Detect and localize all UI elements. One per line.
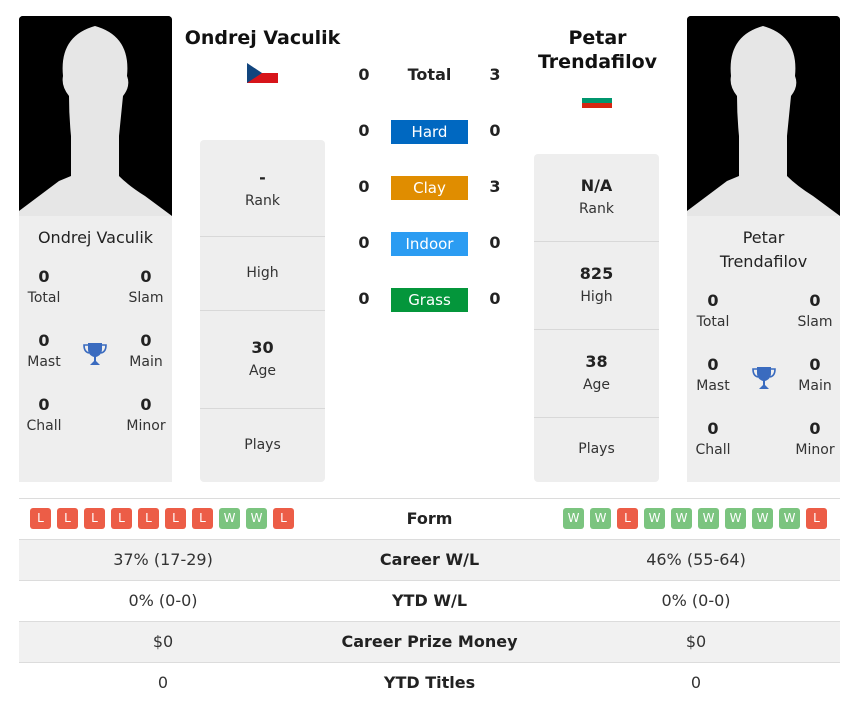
row-label: YTD Titles xyxy=(383,673,476,692)
player2-high: 825 High xyxy=(534,242,659,330)
player1-form-badge-loss[interactable]: L xyxy=(84,508,105,529)
player1-card: Ondrej Vaculik 0 Total 0 Slam 0 Mast 0 M… xyxy=(19,216,172,482)
player1-form-badge-loss[interactable]: L xyxy=(138,508,159,529)
player2-plays: Plays xyxy=(578,441,615,457)
surface-indoor-badge: Indoor xyxy=(391,232,468,256)
h2h-clay-p1: 0 xyxy=(358,177,370,196)
surface-hard-badge: Hard xyxy=(391,120,468,144)
table-row-prize-money: $0 Career Prize Money $0 xyxy=(19,621,840,662)
h2h-grass-p1: 0 xyxy=(358,289,370,308)
player1-name[interactable]: Ondrej Vaculik xyxy=(175,26,350,50)
player1-titles-slam: 0 Slam xyxy=(128,267,164,306)
player1-age: 30 Age xyxy=(200,311,325,409)
h2h-grass-p2: 0 xyxy=(489,289,501,308)
player2-titles-minor: 0 Minor xyxy=(795,419,835,458)
player2-form-badge-loss[interactable]: L xyxy=(617,508,638,529)
player2-form-badge-win[interactable]: W xyxy=(644,508,665,529)
player1-info: - Rank High 30 Age Plays xyxy=(200,140,325,482)
trophy-icon xyxy=(752,367,776,389)
player2-value: 0% (0-0) xyxy=(661,591,731,610)
player2-titles-slam: 0 Slam xyxy=(797,291,833,330)
trophy-icon xyxy=(83,343,107,365)
player1-titles-main: 0 Main xyxy=(129,331,163,370)
player2-form-badge-win[interactable]: W xyxy=(779,508,800,529)
player2-form: WWLWWWWWWL xyxy=(563,508,827,529)
bulgaria-flag-icon xyxy=(582,93,612,108)
player1-value: $0 xyxy=(152,632,174,651)
h2h-total-p1: 0 xyxy=(358,65,370,84)
player1-titles-chall: 0 Chall xyxy=(26,395,62,434)
form-row: LLLLLLLWWL Form WWLWWWWWWL xyxy=(19,498,840,539)
player2-form-badge-win[interactable]: W xyxy=(590,508,611,529)
player1-titles-mast: 0 Mast xyxy=(27,331,61,370)
row-label: Career W/L xyxy=(379,550,480,569)
player1-form-badge-loss[interactable]: L xyxy=(111,508,132,529)
player1-form-badge-loss[interactable]: L xyxy=(165,508,186,529)
player2-value: 46% (55-64) xyxy=(646,550,746,569)
player2-form-badge-win[interactable]: W xyxy=(725,508,746,529)
player2-value: $0 xyxy=(685,632,707,651)
player2-card: Petar Trendafilov 0 Total 0 Slam 0 Mast … xyxy=(687,216,840,482)
surface-grass-badge: Grass xyxy=(391,288,468,312)
player2-name-line2[interactable]: Trendafilov xyxy=(515,50,680,74)
player1-titles-minor: 0 Minor xyxy=(126,395,166,434)
table-row-career-wl: 37% (17-29) Career W/L 46% (55-64) xyxy=(19,539,840,580)
player2-card-name: Petar Trendafilov xyxy=(719,228,808,271)
player2-rank: N/A Rank xyxy=(534,154,659,242)
silhouette-icon xyxy=(19,16,172,216)
player1-value: 37% (17-29) xyxy=(113,550,213,569)
player1-form-badge-win[interactable]: W xyxy=(246,508,267,529)
h2h-hard-p1: 0 xyxy=(358,121,370,140)
h2h-total-label: Total xyxy=(407,65,452,84)
czech-flag-icon xyxy=(247,63,278,83)
player2-form-badge-win[interactable]: W xyxy=(671,508,692,529)
surface-clay-badge: Clay xyxy=(391,176,468,200)
player2-age: 38 Age xyxy=(534,330,659,418)
player1-form-badge-loss[interactable]: L xyxy=(273,508,294,529)
row-label: Career Prize Money xyxy=(341,632,518,651)
table-row-ytd-wl: 0% (0-0) YTD W/L 0% (0-0) xyxy=(19,580,840,621)
player1-titles-total: 0 Total xyxy=(27,267,61,306)
player1-form-badge-loss[interactable]: L xyxy=(30,508,51,529)
player1-card-name: Ondrej Vaculik xyxy=(37,228,154,247)
player2-titles-main: 0 Main xyxy=(798,355,832,394)
player2-form-badge-win[interactable]: W xyxy=(563,508,584,529)
player1-rank: - Rank xyxy=(200,140,325,237)
player2-form-badge-loss[interactable]: L xyxy=(806,508,827,529)
player1-form-badge-loss[interactable]: L xyxy=(192,508,213,529)
player2-name-line1[interactable]: Petar xyxy=(515,26,680,50)
player2-titles-total: 0 Total xyxy=(696,291,730,330)
player1-plays: Plays xyxy=(244,437,281,453)
player2-titles-mast: 0 Mast xyxy=(696,355,730,394)
h2h-clay-p2: 3 xyxy=(489,177,501,196)
player2-titles-chall: 0 Chall xyxy=(695,419,731,458)
player1-photo xyxy=(19,16,172,216)
h2h-indoor-p1: 0 xyxy=(358,233,370,252)
player2-name[interactable]: Petar Trendafilov xyxy=(515,26,680,74)
player1-form: LLLLLLLWWL xyxy=(30,508,294,529)
h2h-indoor-p2: 0 xyxy=(489,233,501,252)
player1-form-badge-loss[interactable]: L xyxy=(57,508,78,529)
player2-form-badge-win[interactable]: W xyxy=(752,508,773,529)
h2h-total-p2: 3 xyxy=(489,65,501,84)
player2-info: N/A Rank 825 High 38 Age Plays xyxy=(534,154,659,482)
player2-value: 0 xyxy=(690,673,702,692)
player2-photo xyxy=(687,16,840,216)
player1-high: High xyxy=(200,237,325,311)
player1-value: 0% (0-0) xyxy=(128,591,198,610)
h2h-hard-p2: 0 xyxy=(489,121,501,140)
row-label: YTD W/L xyxy=(391,591,468,610)
player1-value: 0 xyxy=(157,673,169,692)
table-row-ytd-titles: 0 YTD Titles 0 xyxy=(19,662,840,703)
silhouette-icon xyxy=(687,16,840,216)
form-label: Form xyxy=(406,509,453,528)
player2-form-badge-win[interactable]: W xyxy=(698,508,719,529)
player1-form-badge-win[interactable]: W xyxy=(219,508,240,529)
